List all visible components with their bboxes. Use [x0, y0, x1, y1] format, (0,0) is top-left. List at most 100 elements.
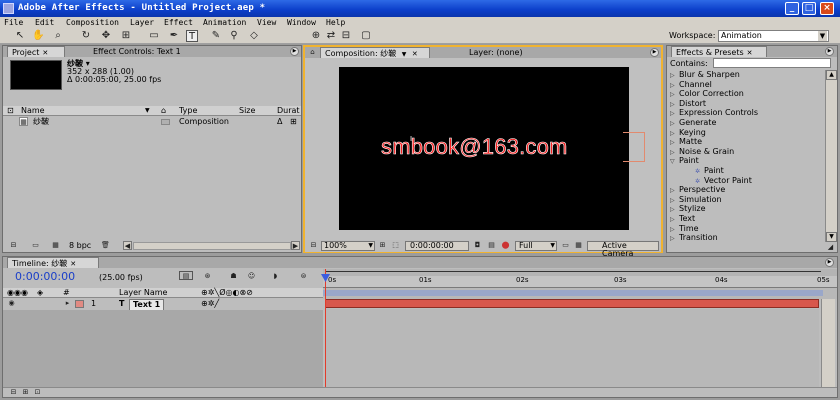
av-features-icon[interactable]: ◉◉◉: [7, 288, 28, 298]
menu-edit[interactable]: Edit: [35, 17, 54, 28]
graph-editor-icon[interactable]: ⊜: [299, 272, 308, 281]
text-layer-content[interactable]: smbook@163.com: [381, 134, 629, 160]
scroll-left-icon[interactable]: ◀: [123, 241, 132, 250]
live-update-icon[interactable]: ⊛: [203, 272, 212, 281]
close-icon[interactable]: ✕: [42, 49, 48, 57]
resolution-select[interactable]: Full ▼: [515, 241, 557, 251]
type-tool-icon[interactable]: T: [186, 30, 198, 42]
chevron-down-icon[interactable]: ▼: [402, 51, 407, 58]
selection-tool-icon[interactable]: ↖: [14, 30, 26, 42]
toggle-switches-icon[interactable]: ⊟: [9, 388, 18, 397]
row-flowchart-icon[interactable]: ⊞: [290, 117, 297, 127]
color-channels-icon[interactable]: ⬤: [501, 241, 510, 250]
table-row[interactable]: ▦ 纱鞁 Composition Δ ⊞: [3, 117, 301, 127]
maximize-button[interactable]: □: [802, 2, 816, 15]
hide-shy-layers-icon[interactable]: ☺: [247, 272, 256, 281]
time-ruler[interactable]: 0s 01s 02s 03s 04s 05s: [323, 276, 837, 288]
toggle-modes-icon[interactable]: ⊞: [21, 388, 30, 397]
layer-row[interactable]: ◉ ▸ 1 T Text 1 ⊕✲╱: [3, 299, 323, 311]
work-area-range[interactable]: [323, 290, 823, 296]
expand-layer-triangle-icon[interactable]: ▸: [63, 299, 72, 308]
effects-search-input[interactable]: [713, 58, 831, 68]
safe-zones-icon[interactable]: ⊞: [378, 241, 387, 250]
timeline-timecode[interactable]: 0:00:00:00: [15, 270, 75, 283]
new-folder-icon[interactable]: ▭: [31, 241, 40, 250]
menu-layer[interactable]: Layer: [130, 17, 154, 28]
layer-duration-bar[interactable]: [325, 299, 819, 308]
effect-category-transition[interactable]: ▷ Transition: [670, 233, 718, 244]
transparency-grid-icon[interactable]: ▦: [574, 241, 583, 250]
region-of-interest-icon[interactable]: ▭: [561, 241, 570, 250]
lock-icon[interactable]: ⌂: [308, 48, 317, 57]
label-color-swatch[interactable]: [161, 119, 170, 125]
tab-project[interactable]: Project ✕: [7, 46, 65, 57]
menu-file[interactable]: File: [4, 17, 23, 28]
menu-effect[interactable]: Effect: [164, 17, 193, 28]
bit-depth[interactable]: 8 bpc: [69, 241, 91, 251]
column-type[interactable]: Type: [179, 106, 197, 116]
panel-menu-icon[interactable]: ▶: [290, 47, 299, 56]
tab-composition[interactable]: Composition: 纱鞁 ▼ ✕: [320, 47, 430, 58]
project-hscrollbar[interactable]: [133, 242, 291, 250]
current-time-indicator[interactable]: [325, 269, 326, 387]
close-icon[interactable]: ✕: [412, 50, 418, 58]
menu-help[interactable]: Help: [326, 17, 345, 28]
world-axis-mode-icon[interactable]: ⇄: [325, 30, 337, 42]
tab-effects-presets[interactable]: Effects & Presets ✕: [671, 46, 767, 57]
minimize-button[interactable]: _: [785, 2, 799, 15]
menu-view[interactable]: View: [257, 17, 276, 28]
rotation-tool-icon[interactable]: ↻: [80, 30, 92, 42]
label-column-icon[interactable]: ⌂: [161, 106, 166, 116]
toggle-in-out-icon[interactable]: ⊡: [33, 388, 42, 397]
motion-blur-icon[interactable]: ◗: [271, 272, 280, 281]
tab-timeline[interactable]: Timeline: 纱鞁 ✕: [7, 257, 99, 268]
draft-3d-icon[interactable]: ☗: [229, 272, 238, 281]
layer-switches-icon[interactable]: ⊕✲╱: [201, 299, 219, 309]
hand-tool-icon[interactable]: ✋: [32, 30, 44, 42]
visibility-eye-icon[interactable]: ◉: [7, 299, 16, 308]
panel-menu-icon[interactable]: ▶: [825, 258, 834, 267]
menu-window[interactable]: Window: [287, 17, 316, 28]
tab-layer[interactable]: Layer: (none): [465, 47, 527, 58]
pan-behind-tool-icon[interactable]: ⊞: [120, 30, 132, 42]
column-size[interactable]: Size: [239, 106, 255, 116]
brush-tool-icon[interactable]: ✎: [210, 30, 222, 42]
timeline-vscrollbar[interactable]: [821, 299, 835, 387]
menu-composition[interactable]: Composition: [66, 17, 119, 28]
orbit-camera-tool-icon[interactable]: ✥: [100, 30, 112, 42]
workspace-select[interactable]: Animation ▼: [718, 30, 829, 42]
comp-flowchart-icon[interactable]: ▤: [179, 271, 193, 280]
rectangle-mask-tool-icon[interactable]: ▭: [148, 30, 160, 42]
close-icon[interactable]: ✕: [747, 49, 753, 57]
menu-animation[interactable]: Animation: [203, 17, 246, 28]
current-time-display[interactable]: 0:00:00:00: [405, 241, 469, 251]
trash-icon[interactable]: 🗑: [101, 241, 110, 250]
show-snapshot-icon[interactable]: ▤: [487, 241, 496, 250]
resize-grip-icon[interactable]: ◢: [826, 243, 835, 252]
sort-chevron-icon[interactable]: ▼: [145, 106, 150, 116]
snapshot-icon[interactable]: ◘: [473, 241, 482, 250]
close-icon[interactable]: ✕: [70, 260, 76, 268]
panel-menu-icon[interactable]: ▶: [650, 48, 659, 57]
work-area-row[interactable]: [323, 288, 837, 299]
tab-effect-controls[interactable]: Effect Controls: Text 1: [89, 46, 185, 57]
eraser-tool-icon[interactable]: ◇: [248, 30, 260, 42]
pen-tool-icon[interactable]: ✒: [168, 30, 180, 42]
magnification-select[interactable]: 100% ▼: [321, 241, 375, 251]
local-axis-mode-icon[interactable]: ⊕: [310, 30, 322, 42]
interpret-footage-icon[interactable]: ⊟: [9, 241, 18, 250]
view-axis-mode-icon[interactable]: ⊟: [340, 30, 352, 42]
scroll-up-icon[interactable]: ▲: [826, 70, 837, 80]
column-name[interactable]: Name: [21, 106, 45, 116]
mask-view-icon[interactable]: ⬚: [391, 241, 400, 250]
clone-stamp-tool-icon[interactable]: ⚲: [228, 30, 240, 42]
layer-name-header[interactable]: Layer Name: [119, 288, 167, 298]
scroll-right-icon[interactable]: ▶: [291, 241, 300, 250]
zoom-tool-icon[interactable]: ⌕: [52, 30, 64, 42]
camera-view-select[interactable]: Active Camera: [587, 241, 659, 258]
grid-icon[interactable]: ⊟: [309, 241, 318, 250]
effects-vscrollbar[interactable]: ▲ ▼: [825, 70, 837, 242]
layer-label-color[interactable]: [75, 300, 84, 308]
new-composition-icon[interactable]: ▦: [51, 241, 60, 250]
close-button[interactable]: ×: [820, 2, 834, 15]
